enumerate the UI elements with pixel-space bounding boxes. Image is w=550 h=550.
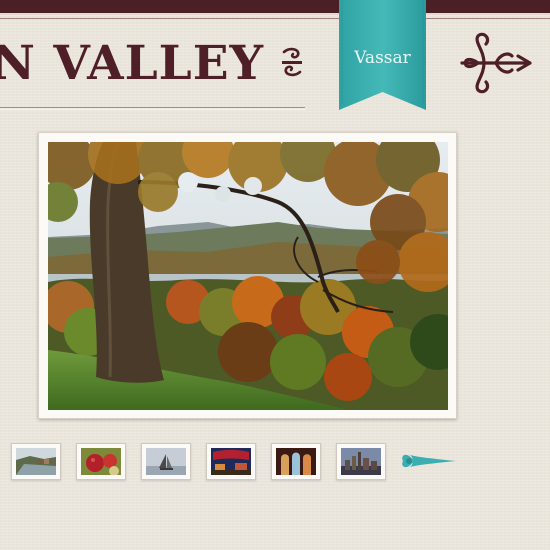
fleur-de-lis-icon (460, 32, 532, 94)
thumbnail-image (341, 448, 381, 475)
main-photo-frame[interactable] (38, 132, 457, 419)
top-bar (0, 0, 550, 15)
scroll-ornament-icon (282, 47, 302, 77)
thumbnail-strip (0, 443, 550, 483)
page-title: N VALLEY (0, 36, 265, 91)
thumbnail-arched-windows[interactable] (271, 443, 321, 480)
thumbnail-image (276, 448, 316, 475)
thumbnail-river-town[interactable] (11, 443, 61, 480)
top-bar-divider (0, 18, 550, 19)
thumbnail-stage[interactable] (206, 443, 256, 480)
ribbon-label: Vassar (354, 48, 411, 68)
header-rule (0, 107, 305, 108)
thumbnail-image (146, 448, 186, 475)
thumbnail-sailboat[interactable] (141, 443, 191, 480)
main-photo (48, 142, 448, 410)
thumbnail-image (211, 448, 251, 475)
vassar-ribbon-link[interactable]: Vassar (339, 0, 426, 110)
thumbnail-image (16, 448, 56, 475)
thumbnail-image (81, 448, 121, 475)
header-rule-highlight (0, 109, 305, 110)
right-arrow-icon[interactable] (400, 446, 458, 476)
thumbnail-apples[interactable] (76, 443, 126, 480)
thumbnail-city-skyline[interactable] (336, 443, 386, 480)
